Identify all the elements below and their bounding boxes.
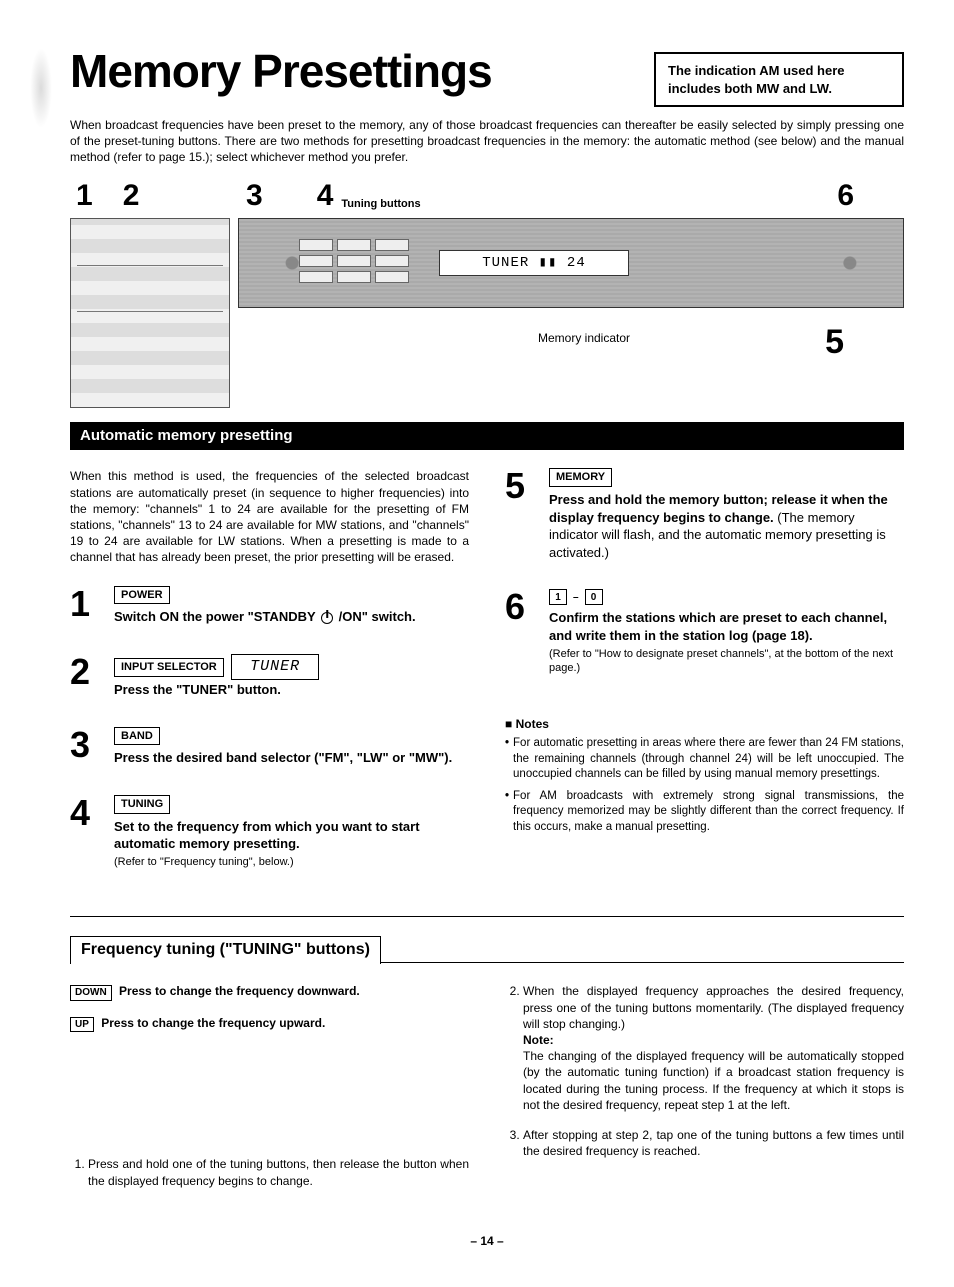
down-box: DOWN — [70, 985, 112, 1001]
intro-paragraph: When broadcast frequencies have been pre… — [70, 117, 904, 166]
notes-heading: Notes — [505, 716, 904, 732]
step-3: 3 BAND Press the desired band selector (… — [70, 727, 469, 767]
note-1: For automatic presetting in areas where … — [505, 736, 904, 783]
tuning-buttons-label: Tuning buttons — [341, 197, 420, 212]
page-number: – 14 – — [70, 1233, 904, 1249]
note-1-text: For automatic presetting in areas where … — [513, 736, 904, 783]
step-5-number: 5 — [505, 468, 537, 561]
step-4-number: 4 — [70, 795, 102, 870]
scan-artifact — [30, 48, 52, 128]
memory-label: MEMORY — [549, 468, 612, 487]
frequency-tuning-heading: Frequency tuning ("TUNING" buttons) — [70, 936, 381, 964]
frequency-tuning-heading-wrap: Frequency tuning ("TUNING" buttons) — [70, 935, 904, 964]
memory-indicator-label: Memory indicator — [538, 330, 630, 366]
stereo-stack-column: 1 2 — [70, 176, 230, 409]
down-line: DOWN Press to change the frequency downw… — [70, 983, 469, 1001]
am-note-box: The indication AM used here includes bot… — [654, 52, 904, 107]
diagram: 1 2 3 4 Tuning buttons 6 TUNER ▮▮ 24 Mem… — [70, 176, 904, 409]
box-0: 0 — [585, 589, 603, 605]
callout-4: 4 — [317, 176, 334, 217]
step-3-number: 3 — [70, 727, 102, 767]
step-2: 2 INPUT SELECTOR TUNER Press the "TUNER"… — [70, 654, 469, 699]
step-6-text: Confirm the stations which are preset to… — [549, 609, 904, 644]
step-6: 6 1 – 0 Confirm the stations which are p… — [505, 589, 904, 676]
note-2-text: For AM broadcasts with extremely strong … — [513, 789, 904, 836]
up-line: UP Press to change the frequency upward. — [70, 1015, 469, 1033]
up-text: Press to change the frequency upward. — [101, 1016, 325, 1030]
callout-5: 5 — [825, 320, 844, 366]
left-column: When this method is used, the frequencie… — [70, 468, 469, 897]
step-3-text: Press the desired band selector ("FM", "… — [114, 749, 469, 767]
note-2: For AM broadcasts with extremely strong … — [505, 789, 904, 836]
tuning-step-3: After stopping at step 2, tap one of the… — [523, 1127, 904, 1159]
tuning-step-1: Press and hold one of the tuning buttons… — [88, 1156, 469, 1188]
tuning-step-2a: When the displayed frequency approaches … — [523, 984, 904, 1030]
right-column: 5 MEMORY Press and hold the memory butto… — [505, 468, 904, 897]
power-icon — [321, 612, 333, 624]
step-1: 1 POWER Switch ON the power "STANDBY /ON… — [70, 586, 469, 626]
divider — [70, 916, 904, 917]
down-text: Press to change the frequency downward. — [119, 984, 360, 998]
header-row: Memory Presettings The indication AM use… — [70, 40, 904, 107]
tuning-step-2: When the displayed frequency approaches … — [523, 983, 904, 1113]
auto-preset-columns: When this method is used, the frequencie… — [70, 468, 904, 897]
callout-1: 1 — [76, 176, 93, 217]
tuner-lcd: TUNER ▮▮ 24 — [439, 250, 629, 276]
step-1-number: 1 — [70, 586, 102, 626]
step-5-text: Press and hold the memory button; releas… — [549, 491, 904, 561]
memory-indicator-row: Memory indicator 5 — [238, 330, 904, 366]
tuning-label: TUNING — [114, 795, 170, 814]
callout-row-left: 1 2 — [70, 176, 230, 217]
tuning-list-left: Press and hold one of the tuning buttons… — [70, 1156, 469, 1188]
step-1-text-a: Switch ON the power "STANDBY — [114, 609, 319, 624]
stereo-stack-illustration — [70, 218, 230, 408]
step-2-number: 2 — [70, 654, 102, 699]
page-title: Memory Presettings — [70, 40, 654, 102]
freq-right-column: When the displayed frequency approaches … — [505, 983, 904, 1202]
step-6-number: 6 — [505, 589, 537, 676]
freq-left-column: DOWN Press to change the frequency downw… — [70, 983, 469, 1202]
auto-intro: When this method is used, the frequencie… — [70, 468, 469, 565]
tuner-column: 3 4 Tuning buttons 6 TUNER ▮▮ 24 Memory … — [238, 176, 904, 409]
freq-columns: DOWN Press to change the frequency downw… — [70, 983, 904, 1202]
input-selector-label: INPUT SELECTOR — [114, 658, 224, 677]
step-1-text-b: /ON" switch. — [335, 609, 416, 624]
callout-row-right: 3 4 Tuning buttons 6 — [238, 176, 904, 217]
button-cluster-illustration — [299, 239, 409, 283]
step-1-text: Switch ON the power "STANDBY /ON" switch… — [114, 608, 469, 626]
tuner-lcd-inline: TUNER — [231, 654, 319, 680]
band-label: BAND — [114, 727, 160, 746]
step-6-sub: (Refer to "How to designate preset chann… — [549, 647, 904, 677]
section-heading-automatic: Automatic memory presetting — [70, 422, 904, 450]
dash: – — [573, 589, 579, 605]
tuning-list-right: When the displayed frequency approaches … — [505, 983, 904, 1159]
step-2-text: Press the "TUNER" button. — [114, 681, 469, 699]
callout-2: 2 — [123, 176, 140, 217]
callout-3: 3 — [246, 176, 263, 217]
channel-range-boxes: 1 – 0 — [549, 589, 603, 605]
tuning-step-2b: The changing of the displayed frequency … — [523, 1049, 904, 1112]
box-1: 1 — [549, 589, 567, 605]
note-label: Note: — [523, 1033, 554, 1047]
callout-6: 6 — [837, 176, 854, 217]
tuner-face-illustration: TUNER ▮▮ 24 — [238, 218, 904, 308]
power-label: POWER — [114, 586, 170, 605]
up-box: UP — [70, 1017, 94, 1033]
step-5: 5 MEMORY Press and hold the memory butto… — [505, 468, 904, 561]
step-4: 4 TUNING Set to the frequency from which… — [70, 795, 469, 870]
step-4-sub: (Refer to "Frequency tuning", below.) — [114, 855, 469, 870]
step-4-text: Set to the frequency from which you want… — [114, 818, 469, 853]
